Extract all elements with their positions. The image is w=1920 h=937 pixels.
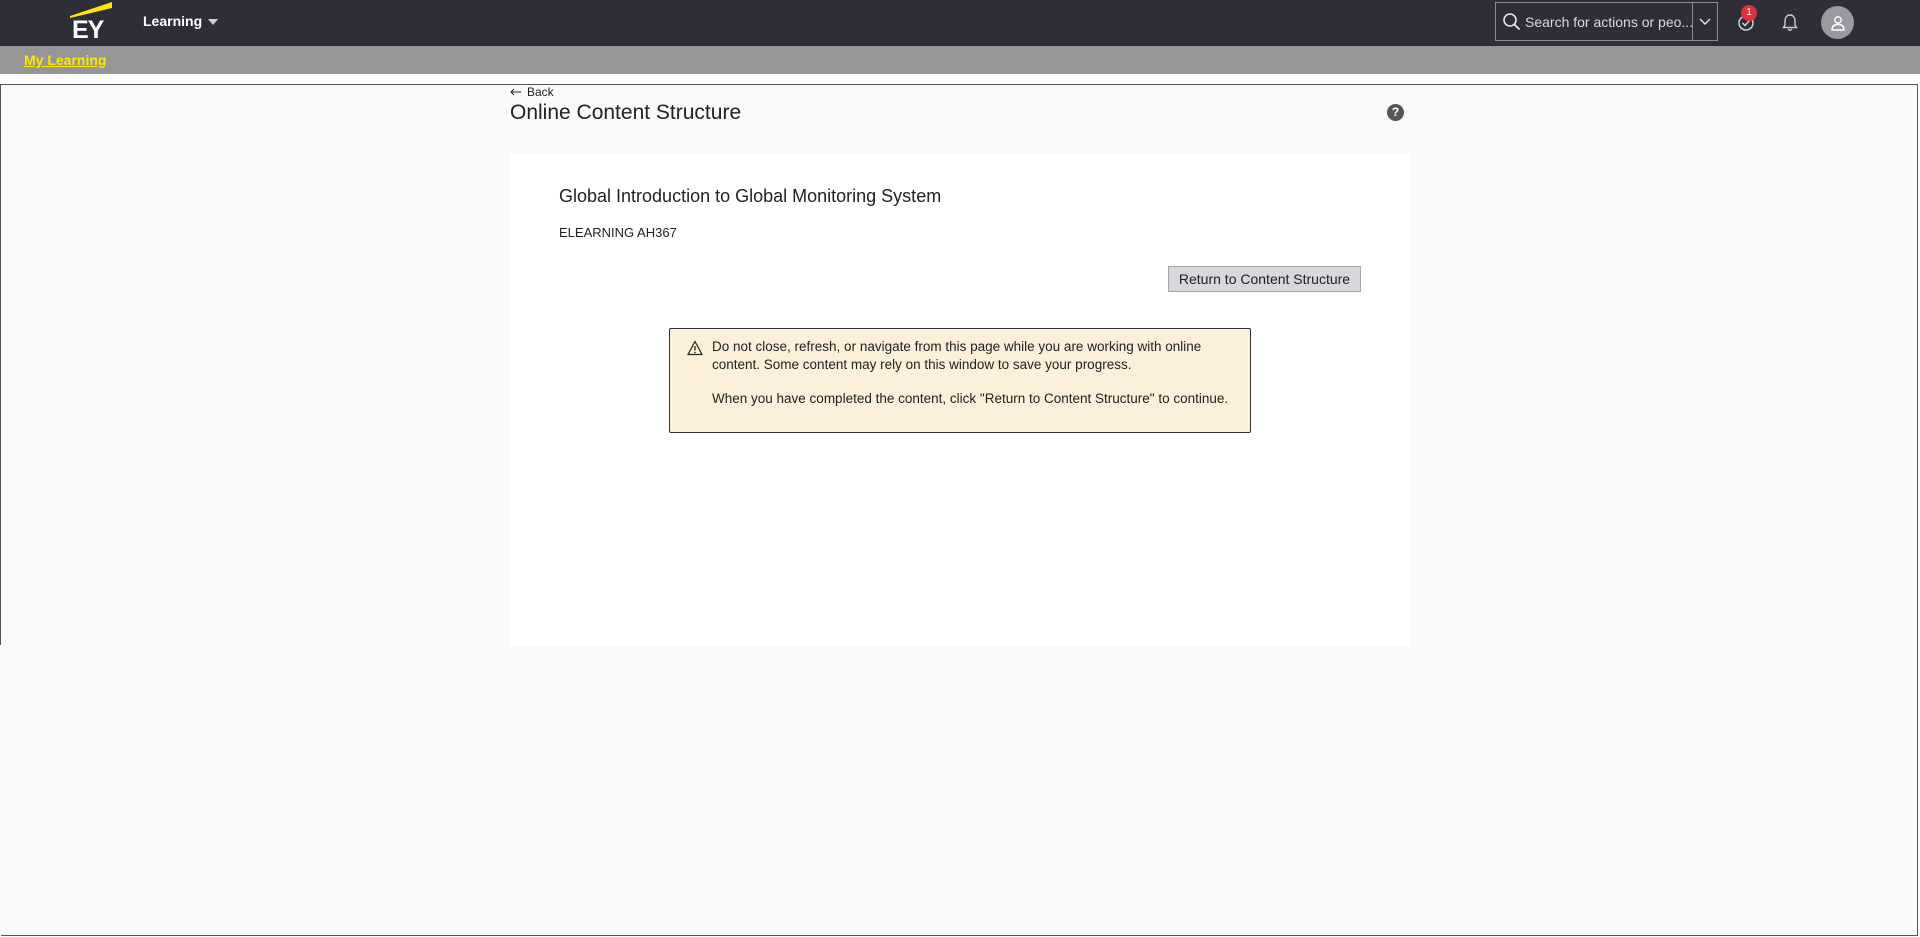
logo-text: EY <box>72 16 104 44</box>
return-to-content-structure-button[interactable]: Return to Content Structure <box>1168 266 1361 292</box>
search-icon <box>1503 12 1521 30</box>
back-label: Back <box>527 85 554 99</box>
sub-navigation-bar: My Learning <box>0 46 1920 74</box>
user-avatar[interactable] <box>1821 6 1854 39</box>
top-bar: EY Learning 1 <box>0 0 1920 46</box>
my-learning-link[interactable]: My Learning <box>24 52 106 68</box>
frame-edge <box>0 645 1 936</box>
tasks-count-badge: 1 <box>1741 5 1757 21</box>
warning-icon <box>687 340 703 356</box>
warning-text-2: When you have completed the content, cli… <box>712 391 1229 406</box>
user-icon <box>1830 15 1845 31</box>
arrow-left-icon <box>510 88 521 96</box>
app-switcher-menu[interactable]: Learning <box>143 13 219 29</box>
back-link[interactable]: Back <box>510 85 554 99</box>
search-box[interactable] <box>1495 2 1718 41</box>
warning-text-1: Do not close, refresh, or navigate from … <box>712 339 1202 372</box>
app-name: Learning <box>143 13 203 29</box>
bell-icon[interactable] <box>1779 12 1801 34</box>
help-icon[interactable]: ? <box>1387 104 1404 121</box>
warning-message: Do not close, refresh, or navigate from … <box>669 328 1251 433</box>
search-scope-dropdown[interactable] <box>1692 3 1717 40</box>
course-code: ELEARNING AH367 <box>559 225 677 240</box>
course-title: Global Introduction to Global Monitoring… <box>559 186 942 206</box>
caret-down-icon <box>208 19 219 25</box>
ey-logo[interactable]: EY <box>70 2 114 44</box>
chevron-down-icon <box>1699 18 1711 25</box>
search-input[interactable] <box>1523 13 1695 30</box>
page-title: Online Content Structure <box>510 101 742 124</box>
